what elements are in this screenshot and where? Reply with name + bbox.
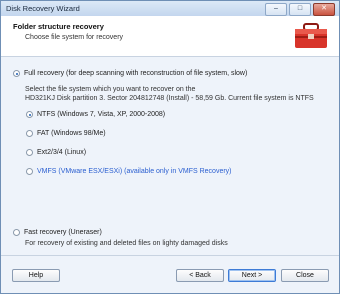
- fast-recovery-description: For recovery of existing and deleted fil…: [25, 240, 228, 247]
- fast-recovery-label: Fast recovery (Uneraser): [24, 229, 102, 236]
- fast-recovery-radio[interactable]: [13, 229, 20, 236]
- fast-recovery-option[interactable]: Fast recovery (Uneraser): [13, 229, 102, 236]
- fs-radio-fat[interactable]: [26, 130, 33, 137]
- close-window-button[interactable]: ✕: [313, 3, 335, 16]
- fs-radio-vmfs[interactable]: [26, 168, 33, 175]
- fs-option-ntfs[interactable]: NTFS (Windows 7, Vista, XP, 2000-2008): [26, 111, 165, 118]
- fs-radio-ntfs[interactable]: [26, 111, 33, 118]
- fs-label-ext: Ext2/3/4 (Linux): [37, 149, 87, 156]
- window-title: Disk Recovery Wizard: [6, 4, 80, 13]
- maximize-button[interactable]: □: [289, 3, 311, 16]
- fs-description-line1: Select the file system which you want to…: [25, 86, 196, 93]
- back-button[interactable]: < Back: [176, 269, 224, 282]
- next-button[interactable]: Next >: [228, 269, 276, 282]
- full-recovery-option[interactable]: Full recovery (for deep scanning with re…: [13, 70, 247, 77]
- full-recovery-radio[interactable]: [13, 70, 20, 77]
- minimize-button[interactable]: –: [265, 3, 287, 16]
- step-title: Folder structure recovery: [13, 22, 104, 31]
- title-bar[interactable]: Disk Recovery Wizard – □ ✕: [1, 1, 339, 17]
- fs-option-ext[interactable]: Ext2/3/4 (Linux): [26, 149, 86, 156]
- fs-radio-ext[interactable]: [26, 149, 33, 156]
- toolbox-icon: [295, 23, 327, 48]
- wizard-header: Folder structure recovery Choose file sy…: [1, 16, 339, 57]
- full-recovery-label: Full recovery (for deep scanning with re…: [24, 70, 248, 77]
- fs-option-vmfs[interactable]: VMFS (VMware ESX/ESXi) (available only i…: [26, 168, 232, 175]
- fs-label-vmfs: VMFS (VMware ESX/ESXi) (available only i…: [37, 168, 232, 175]
- fs-description-line2: HD321KJ Disk partition 3. Sector 2048127…: [25, 95, 314, 102]
- step-subtitle: Choose file system for recovery: [25, 34, 124, 41]
- help-button[interactable]: Help: [12, 269, 60, 282]
- fs-label-fat: FAT (Windows 98/Me): [37, 130, 106, 137]
- close-button[interactable]: Close: [281, 269, 329, 282]
- fs-label-ntfs: NTFS (Windows 7, Vista, XP, 2000-2008): [37, 111, 166, 118]
- fs-option-fat[interactable]: FAT (Windows 98/Me): [26, 130, 106, 137]
- options-panel: Full recovery (for deep scanning with re…: [1, 57, 339, 255]
- footer-divider: [1, 255, 339, 256]
- wizard-window: Disk Recovery Wizard – □ ✕ Folder struct…: [0, 0, 340, 294]
